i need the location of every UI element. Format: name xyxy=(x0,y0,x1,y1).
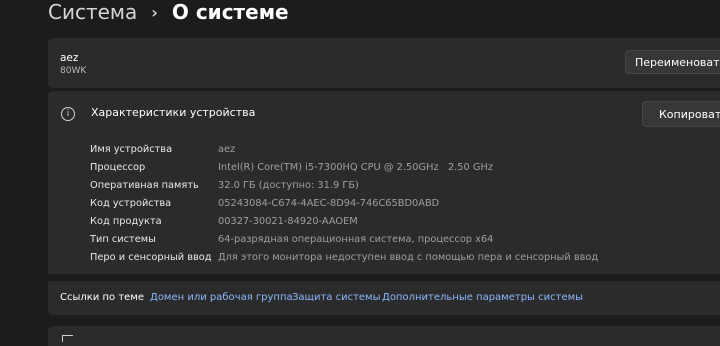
device-specs-header[interactable]: i Характеристики устройства Копировать xyxy=(48,91,720,137)
device-name-card: aez 80WK Переименовать этот ПК xyxy=(48,38,720,88)
info-icon: i xyxy=(61,107,75,121)
device-name: aez xyxy=(60,52,79,64)
spec-row: Имя устройства aez xyxy=(90,144,235,162)
spec-value: Для этого монитора недоступен ввод с пом… xyxy=(218,252,599,263)
spec-label: Имя устройства xyxy=(90,144,173,155)
next-settings-card[interactable] xyxy=(48,326,720,346)
chevron-right-icon: › xyxy=(151,2,158,22)
link-advanced-system-settings[interactable]: Дополнительные параметры системы xyxy=(382,292,583,303)
spec-label: Оперативная память xyxy=(90,180,199,191)
spec-row: Оперативная память 32.0 ГБ (доступно: 31… xyxy=(90,180,359,198)
spec-row: Процессор Intel(R) Core(TM) i5-7300HQ CP… xyxy=(90,162,493,180)
breadcrumb: Система › О системе xyxy=(48,0,289,24)
spec-value: 32.0 ГБ (доступно: 31.9 ГБ) xyxy=(218,180,359,191)
spec-row: Тип системы 64-разрядная операционная си… xyxy=(90,234,493,252)
spec-label: Код продукта xyxy=(90,216,162,227)
spec-label: Процессор xyxy=(90,162,146,173)
spec-label: Код устройства xyxy=(90,198,172,209)
rename-pc-button[interactable]: Переименовать этот ПК xyxy=(625,50,720,74)
spec-row: Код продукта 00327-30021-84920-AAOEM xyxy=(90,216,358,234)
spec-row: Код устройства 05243084-C674-4AEC-8D94-7… xyxy=(90,198,439,216)
device-specs-card: i Характеристики устройства Копировать И… xyxy=(48,91,720,274)
spec-label: Тип системы xyxy=(90,234,156,245)
spec-label: Перо и сенсорный ввод xyxy=(90,252,212,263)
page-title: О системе xyxy=(171,0,289,24)
spec-row: Перо и сенсорный ввод Для этого монитора… xyxy=(90,252,598,270)
link-domain-workgroup[interactable]: Домен или рабочая группа xyxy=(150,292,293,303)
device-specs-title: Характеристики устройства xyxy=(91,106,256,119)
copy-button[interactable]: Копировать xyxy=(642,101,720,127)
spec-value: aez xyxy=(218,144,236,155)
spec-value: 00327-30021-84920-AAOEM xyxy=(218,216,358,227)
link-system-protection[interactable]: Защита системы xyxy=(292,292,381,303)
device-model: 80WK xyxy=(60,66,87,76)
breadcrumb-parent[interactable]: Система xyxy=(48,0,137,24)
spec-value: 64-разрядная операционная система, проце… xyxy=(218,234,494,245)
spec-value: Intel(R) Core(TM) i5-7300HQ CPU @ 2.50GH… xyxy=(218,162,493,173)
settings-item-icon xyxy=(62,335,73,342)
related-links-bar: Ссылки по теме Домен или рабочая группа … xyxy=(48,281,720,315)
spec-value: 05243084-C674-4AEC-8D94-746C65BD0ABD xyxy=(218,198,440,209)
related-links-label: Ссылки по теме xyxy=(60,292,144,303)
